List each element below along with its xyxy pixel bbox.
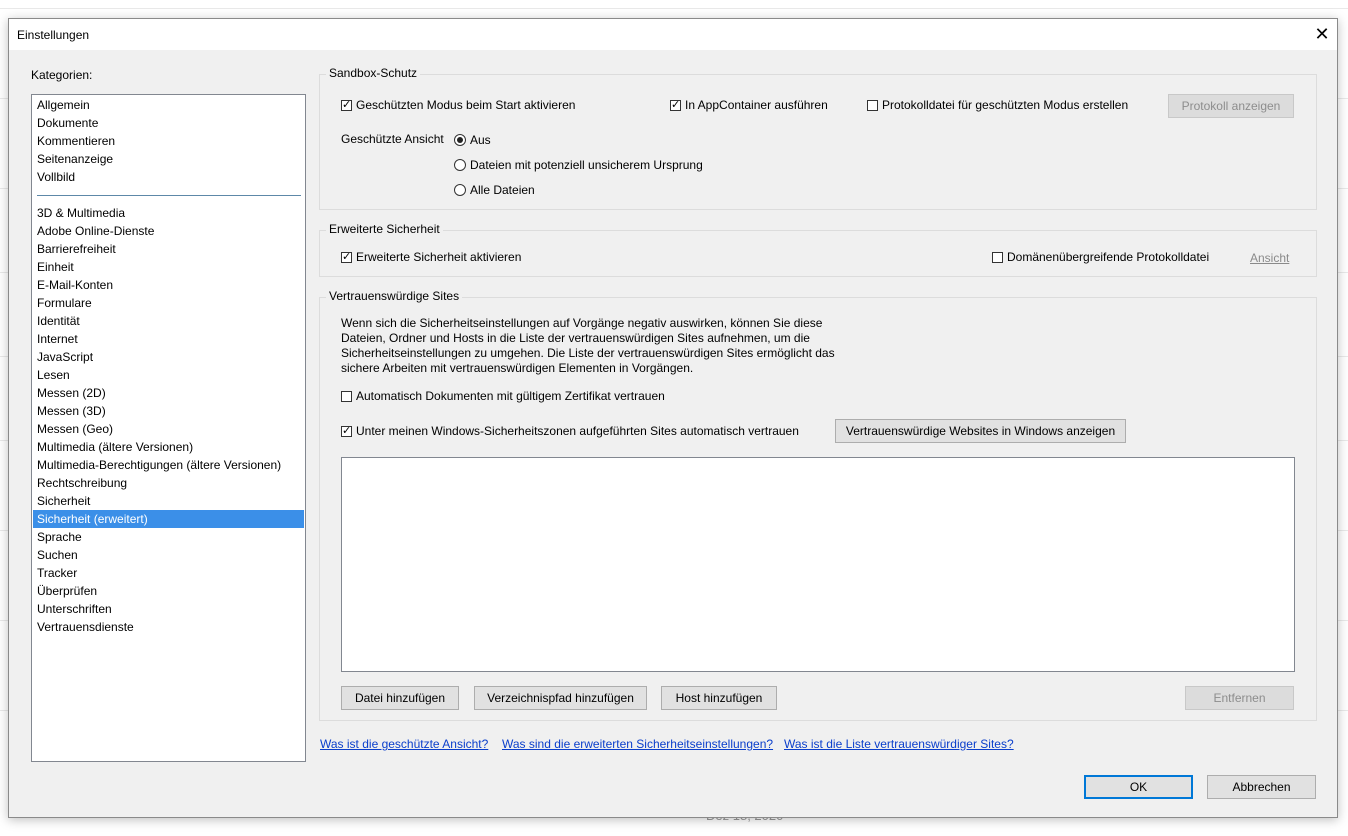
protected-view-unsafe-radio[interactable]: Dateien mit potenziell unsicherem Urspru… bbox=[454, 158, 703, 172]
category-item[interactable]: Lesen bbox=[33, 366, 304, 384]
category-item[interactable]: Suchen bbox=[33, 546, 304, 564]
category-item[interactable]: Internet bbox=[33, 330, 304, 348]
check-icon[interactable]: ✓ bbox=[341, 251, 352, 263]
close-icon[interactable]: ✕ bbox=[1307, 19, 1337, 50]
category-item[interactable]: Messen (Geo) bbox=[33, 420, 304, 438]
trusted-sites-list[interactable] bbox=[341, 457, 1295, 672]
trusted-sites-description: Wenn sich die Sicherheitseinstellungen a… bbox=[341, 316, 835, 375]
category-item[interactable]: Identität bbox=[33, 312, 304, 330]
ok-button[interactable]: OK bbox=[1084, 775, 1193, 799]
check-icon[interactable] bbox=[992, 251, 1003, 263]
category-item[interactable]: Vertrauensdienste bbox=[33, 618, 304, 636]
crossdomain-log-checkbox[interactable]: Domänenübergreifende Protokolldatei bbox=[992, 250, 1209, 264]
sandbox-group-title: Sandbox-Schutz bbox=[326, 66, 421, 80]
add-folder-button[interactable]: Verzeichnispfad hinzufügen bbox=[474, 686, 647, 710]
help-link-trusted-sites[interactable]: Was ist die Liste vertrauenswürdiger Sit… bbox=[784, 737, 1014, 751]
category-item[interactable]: Sicherheit (erweitert) bbox=[33, 510, 304, 528]
show-windows-trusted-sites-button[interactable]: Vertrauenswürdige Websites in Windows an… bbox=[835, 419, 1126, 443]
protected-view-off-radio[interactable]: Aus bbox=[454, 133, 491, 147]
cancel-button[interactable]: Abbrechen bbox=[1207, 775, 1316, 799]
category-item[interactable]: Sicherheit bbox=[33, 492, 304, 510]
protected-view-label: Geschützte Ansicht bbox=[341, 132, 444, 146]
enhanced-security-title: Erweiterte Sicherheit bbox=[326, 222, 443, 236]
category-item[interactable]: Multimedia-Berechtigungen (ältere Versio… bbox=[33, 456, 304, 474]
category-item[interactable]: Sprache bbox=[33, 528, 304, 546]
appcontainer-checkbox[interactable]: ✓ In AppContainer ausführen bbox=[670, 98, 828, 112]
show-log-button[interactable]: Protokoll anzeigen bbox=[1168, 94, 1294, 118]
trusted-sites-title: Vertrauenswürdige Sites bbox=[326, 289, 463, 303]
category-item[interactable]: Tracker bbox=[33, 564, 304, 582]
category-item[interactable]: Dokumente bbox=[33, 114, 304, 132]
check-icon[interactable]: ✓ bbox=[341, 425, 352, 437]
category-item[interactable]: Formulare bbox=[33, 294, 304, 312]
category-item[interactable]: Seitenanzeige bbox=[33, 150, 304, 168]
category-item[interactable]: 3D & Multimedia bbox=[33, 204, 304, 222]
category-item[interactable]: Adobe Online-Dienste bbox=[33, 222, 304, 240]
add-file-button[interactable]: Datei hinzufügen bbox=[341, 686, 459, 710]
category-item[interactable]: Einheit bbox=[33, 258, 304, 276]
categories-list[interactable]: Allgemein Dokumente Kommentieren Seitenanze… bbox=[31, 94, 306, 762]
categories-label: Kategorien: bbox=[31, 68, 93, 82]
protected-mode-logfile-checkbox[interactable]: Protokolldatei für geschützten Modus ers… bbox=[867, 98, 1128, 112]
check-icon[interactable] bbox=[867, 99, 878, 111]
category-item[interactable]: E-Mail-Konten bbox=[33, 276, 304, 294]
category-item[interactable]: Barrierefreiheit bbox=[33, 240, 304, 258]
auto-trust-windows-zones-checkbox[interactable]: ✓ Unter meinen Windows-Sicherheitszonen … bbox=[341, 424, 799, 438]
crossdomain-view-link[interactable]: Ansicht bbox=[1250, 251, 1289, 265]
settings-dialog: Einstellungen ✕ Kategorien: Allgemein Dok… bbox=[8, 18, 1338, 818]
category-item[interactable]: Kommentieren bbox=[33, 132, 304, 150]
category-item[interactable]: Vollbild bbox=[33, 168, 304, 186]
title-bar: Einstellungen ✕ bbox=[9, 19, 1337, 50]
category-item[interactable]: Messen (2D) bbox=[33, 384, 304, 402]
protected-view-all-radio[interactable]: Alle Dateien bbox=[454, 183, 535, 197]
category-item[interactable]: Überprüfen bbox=[33, 582, 304, 600]
check-icon[interactable]: ✓ bbox=[341, 99, 352, 111]
category-item[interactable]: JavaScript bbox=[33, 348, 304, 366]
help-link-protected-view[interactable]: Was ist die geschützte Ansicht? bbox=[320, 737, 488, 751]
category-item[interactable]: Rechtschreibung bbox=[33, 474, 304, 492]
categories-separator bbox=[37, 195, 301, 196]
dialog-title: Einstellungen bbox=[17, 28, 90, 42]
category-item[interactable]: Multimedia (ältere Versionen) bbox=[33, 438, 304, 456]
category-item[interactable]: Messen (3D) bbox=[33, 402, 304, 420]
check-icon[interactable] bbox=[341, 390, 352, 402]
auto-trust-certificate-checkbox[interactable]: Automatisch Dokumenten mit gültigem Zert… bbox=[341, 389, 665, 403]
check-icon[interactable]: ✓ bbox=[670, 99, 681, 111]
protected-mode-checkbox[interactable]: ✓ Geschützten Modus beim Start aktiviere… bbox=[341, 98, 575, 112]
category-item[interactable]: Allgemein bbox=[33, 96, 304, 114]
add-host-button[interactable]: Host hinzufügen bbox=[661, 686, 777, 710]
category-item[interactable]: Unterschriften bbox=[33, 600, 304, 618]
enhanced-security-checkbox[interactable]: ✓ Erweiterte Sicherheit aktivieren bbox=[341, 250, 521, 264]
remove-button[interactable]: Entfernen bbox=[1185, 686, 1294, 710]
help-link-enhanced-security[interactable]: Was sind die erweiterten Sicherheitseins… bbox=[502, 737, 773, 751]
